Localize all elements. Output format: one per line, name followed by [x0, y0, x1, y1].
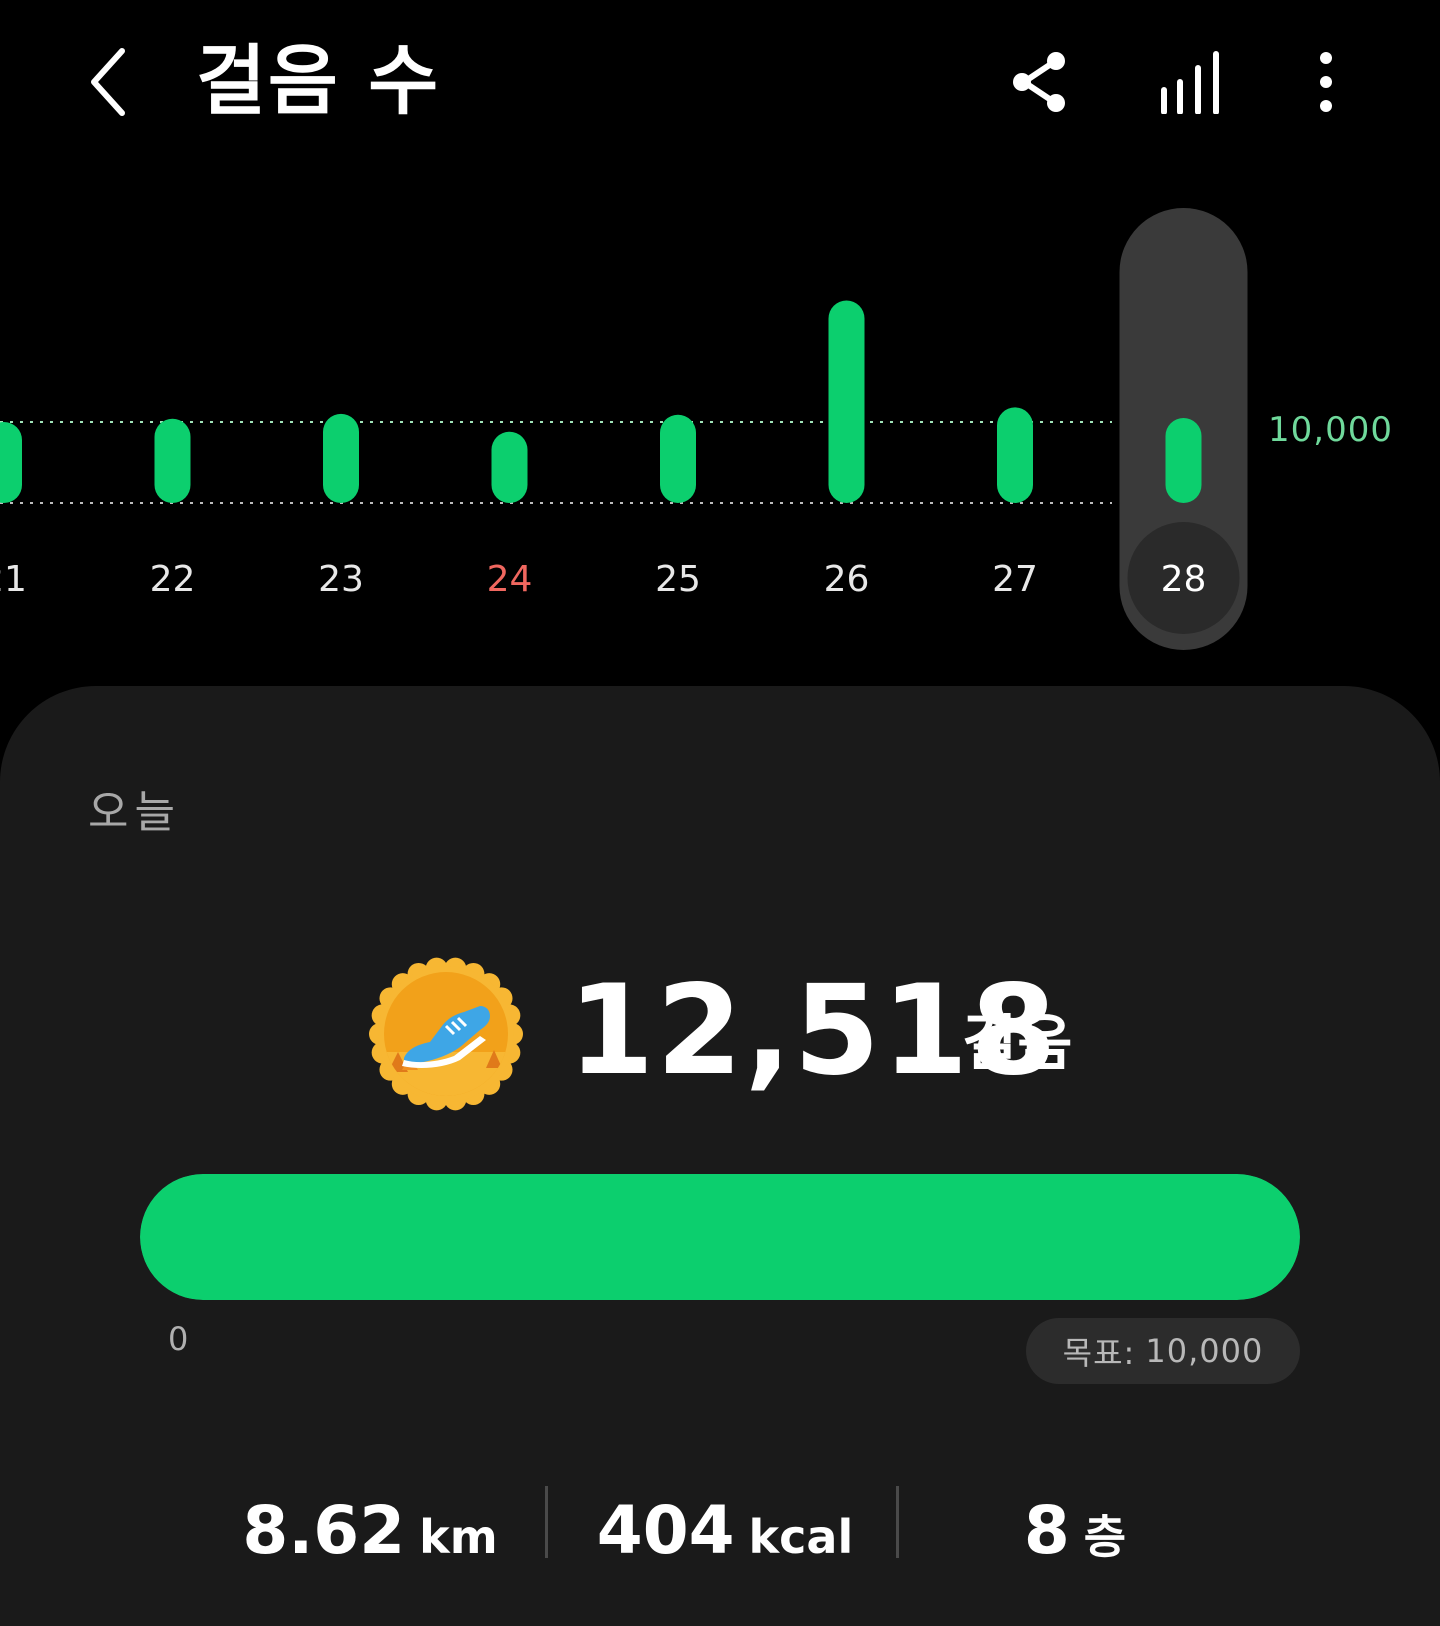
- chart-bar-24: [491, 431, 528, 503]
- floors-stat: 8 층: [910, 1486, 1240, 1586]
- app-bar: 걸음 수: [0, 0, 1440, 170]
- floors-unit: 층: [1083, 1510, 1127, 1564]
- steps-unit: 걸음: [962, 1009, 1073, 1079]
- steps-progress-fill: [140, 1174, 1300, 1300]
- chart-day-label-27[interactable]: 27: [992, 559, 1038, 600]
- activity-stats: 8.62 km 404 kcal 8 층: [0, 1486, 1440, 1596]
- distance-unit: km: [419, 1510, 498, 1564]
- goal-label: 목표:: [1062, 1334, 1136, 1372]
- chart-day-label-24[interactable]: 24: [487, 559, 533, 600]
- more-options-button[interactable]: [1286, 40, 1366, 124]
- goal-value: 10,000: [1145, 1332, 1264, 1370]
- chart-bar-27: [997, 407, 1033, 503]
- sneaker-medal-icon: [368, 956, 524, 1112]
- calories-stat: 404 kcal: [560, 1486, 890, 1586]
- distance-value: 8.62: [242, 1492, 406, 1569]
- chart-day-label-22[interactable]: 22: [150, 559, 196, 600]
- page-title: 걸음 수: [196, 36, 441, 125]
- floors-value: 8: [1023, 1492, 1070, 1569]
- chart-bar-21: [0, 422, 22, 503]
- calories-value: 404: [596, 1492, 735, 1569]
- chart-goal-label: 10,000: [1268, 410, 1393, 450]
- steps-summary: 12,518 걸음: [0, 956, 1440, 1126]
- chart-bar-22: [154, 418, 191, 503]
- chart-bar-25: [660, 414, 696, 503]
- daily-steps-chart[interactable]: 21 22 23 24 25 26 27 28 10,000: [0, 170, 1440, 670]
- stat-divider: [896, 1486, 899, 1558]
- chart-day-label-23[interactable]: 23: [318, 559, 364, 600]
- chart-day-label-28[interactable]: 28: [1161, 559, 1207, 600]
- share-icon: [1013, 52, 1065, 112]
- chevron-left-icon: [91, 48, 125, 116]
- chart-day-label-25[interactable]: 25: [655, 559, 701, 600]
- today-label: 오늘: [88, 787, 181, 838]
- chart-bar-23: [323, 413, 359, 503]
- calories-unit: kcal: [748, 1510, 854, 1564]
- chart-day-label-26[interactable]: 26: [824, 559, 870, 600]
- share-button[interactable]: [1000, 40, 1080, 124]
- stats-view-button[interactable]: [1150, 40, 1230, 124]
- chart-day-label-21[interactable]: 21: [0, 559, 27, 600]
- chart-bar-26: [828, 300, 865, 503]
- progress-min-label: 0: [168, 1320, 189, 1358]
- today-summary-card: 오늘 12,518 걸음 0 목표: 10,000 8.62 km 404 kc…: [0, 686, 1440, 1626]
- goal-badge[interactable]: 목표: 10,000: [1026, 1318, 1300, 1384]
- signal-bars-icon: [1161, 51, 1219, 114]
- distance-stat: 8.62 km: [200, 1486, 540, 1586]
- back-button[interactable]: [78, 42, 138, 122]
- stat-divider: [545, 1486, 548, 1558]
- more-vertical-icon: [1320, 52, 1332, 112]
- steps-progress-bar: [140, 1174, 1300, 1300]
- chart-bar-28: [1165, 417, 1202, 503]
